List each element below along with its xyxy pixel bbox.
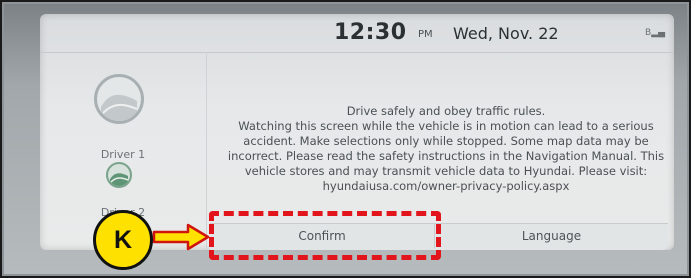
safety-disclaimer: Drive safely and obey traffic rules. Wat… bbox=[226, 104, 666, 194]
disclaimer-line: hyundaiusa.com/owner-privacy-policy.aspx bbox=[322, 179, 570, 193]
clock-ampm: PM bbox=[418, 29, 433, 40]
driver-1-avatar-icon[interactable] bbox=[94, 74, 144, 124]
language-button[interactable]: Language bbox=[435, 224, 668, 248]
disclaimer-line: Watching this screen while the vehicle i… bbox=[238, 119, 654, 133]
signal-icon: B▂▄ bbox=[645, 28, 666, 38]
driver-2-avatar-graphic bbox=[110, 173, 129, 186]
driver-2-avatar-icon[interactable] bbox=[106, 162, 132, 188]
disclaimer-line: Drive safely and obey traffic rules. bbox=[346, 104, 546, 118]
driver-1-avatar-graphic bbox=[101, 94, 138, 121]
driver-1-label: Driver 1 bbox=[100, 148, 146, 161]
status-bar: 12:30 PM Wed, Nov. 22 B▂▄ bbox=[40, 14, 674, 53]
callout-k-badge: K bbox=[93, 210, 153, 270]
confirm-highlight-box bbox=[209, 211, 441, 260]
clock-time: 12:30 bbox=[334, 20, 407, 45]
callout-arrow-icon bbox=[152, 223, 210, 251]
disclaimer-line: incorrect. Please read the safety instru… bbox=[227, 149, 665, 163]
clock-date: Wed, Nov. 22 bbox=[453, 24, 559, 43]
disclaimer-line: vehicle stores and may transmit vehicle … bbox=[244, 164, 648, 178]
disclaimer-line: accident. Make selections only while sto… bbox=[243, 134, 649, 148]
signal-label: B bbox=[645, 28, 652, 38]
